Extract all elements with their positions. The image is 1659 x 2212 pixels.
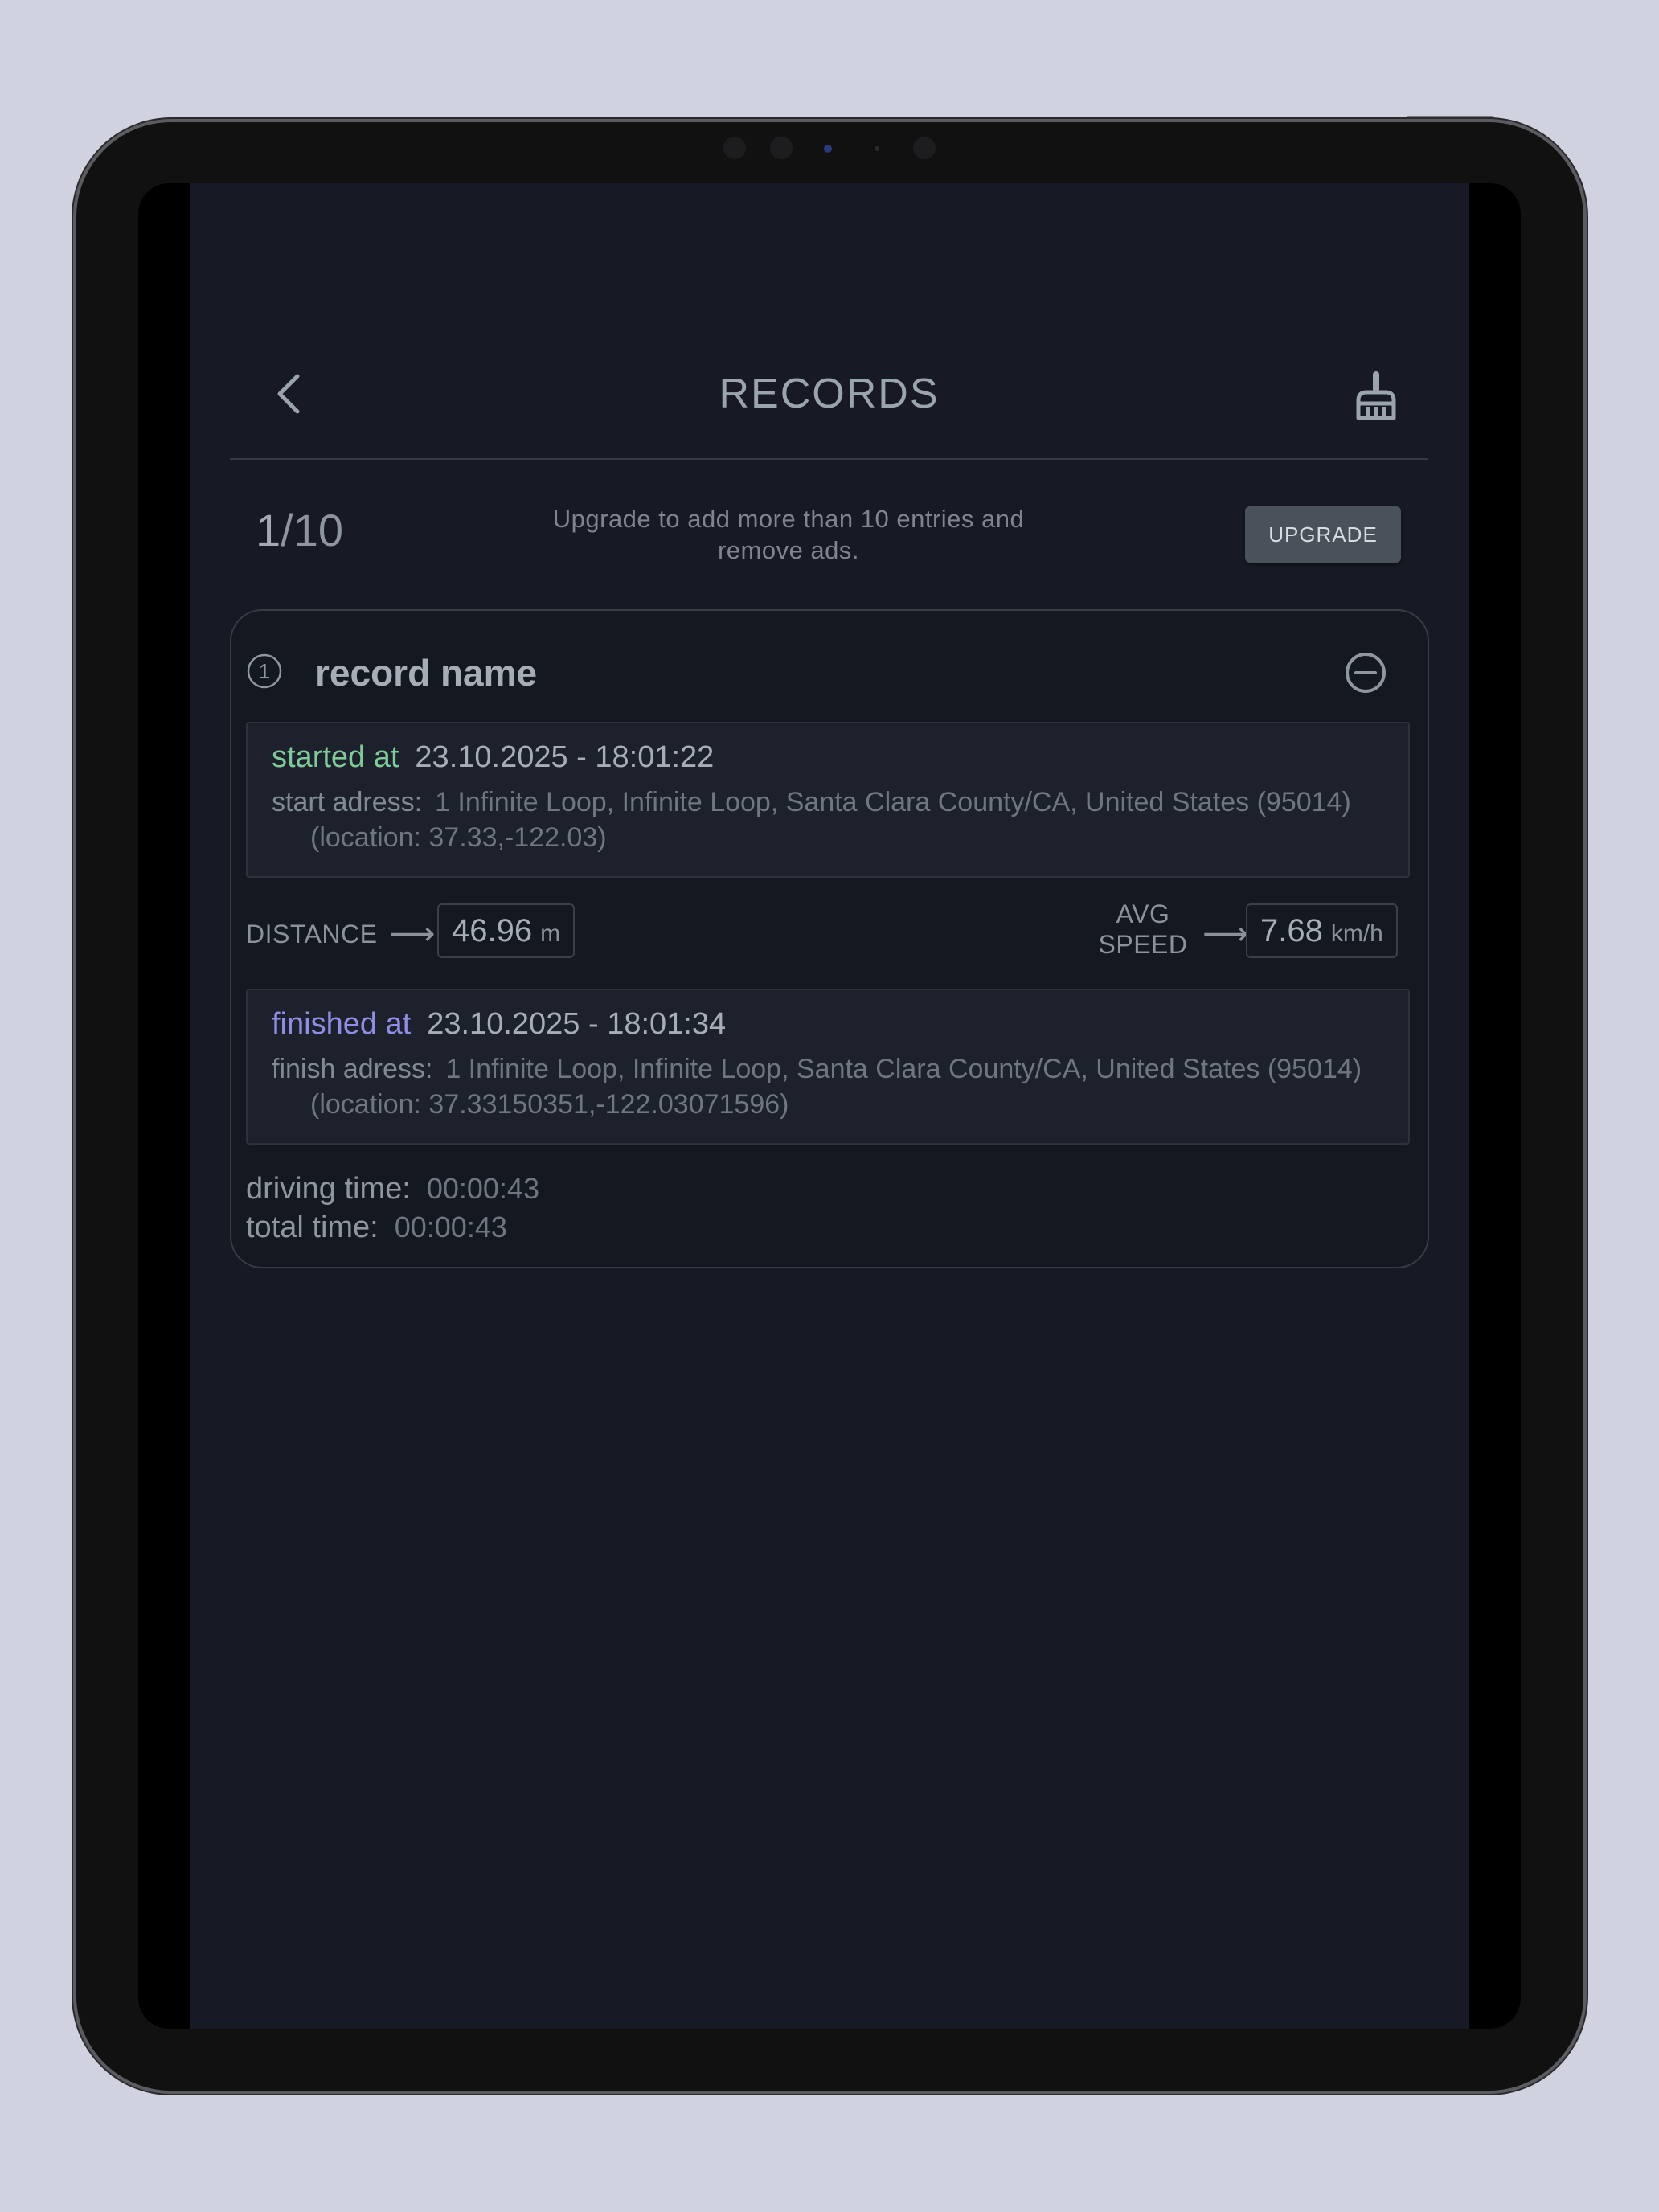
driving-time-label: driving time: xyxy=(246,1172,411,1206)
page-title: RECORDS xyxy=(719,371,940,417)
distance-unit: m xyxy=(540,920,561,947)
finish-address-label: finish adress: xyxy=(272,1054,433,1084)
avg-speed-value: 7.68 xyxy=(1260,913,1323,948)
remove-record-button[interactable] xyxy=(1344,651,1387,694)
upgrade-message: Upgrade to add more than 10 entries and … xyxy=(552,505,1025,564)
distance-label: DISTANCE xyxy=(246,920,378,948)
clear-records-button[interactable] xyxy=(1350,368,1402,423)
start-address: 1 Infinite Loop, Infinite Loop, Santa Cl… xyxy=(435,787,1351,817)
finished-at-label: finished at xyxy=(272,1007,412,1041)
records-screen: RECORDS 1/10 Upgrade to add more than 10… xyxy=(190,183,1469,2029)
upgrade-button[interactable]: UPGRADE xyxy=(1245,506,1401,563)
record-name: record name xyxy=(315,652,538,694)
finish-address: 1 Infinite Loop, Infinite Loop, Santa Cl… xyxy=(445,1054,1362,1084)
distance-value-box: 46.96 m xyxy=(437,903,576,958)
camera-lens xyxy=(824,145,832,153)
start-address-label: start adress: xyxy=(272,787,423,817)
minus-circle-icon xyxy=(1346,653,1386,693)
avg-speed-value-box: 7.68 km/h xyxy=(1246,903,1398,958)
distance-value: 46.96 xyxy=(452,913,533,948)
entry-count-current: 1 xyxy=(256,505,281,555)
start-info-panel: started at 23.10.2025 - 18:01:22 start ad… xyxy=(246,722,1410,878)
started-at-label: started at xyxy=(272,740,399,774)
finish-info-panel: finished at 23.10.2025 - 18:01:34 finish … xyxy=(246,989,1410,1145)
driving-time-row: driving time: 00:00:43 xyxy=(246,1170,539,1207)
start-datetime: 23.10.2025 - 18:01:22 xyxy=(415,740,715,774)
total-time-value: 00:00:43 xyxy=(394,1210,507,1243)
camera-sensor xyxy=(770,137,793,159)
record-index: 1 xyxy=(259,659,270,683)
entry-counter: 1/10 xyxy=(256,505,343,556)
avg-speed-unit: km/h xyxy=(1330,920,1383,947)
ambient-sensor xyxy=(875,146,879,151)
total-time-row: total time: 00:00:43 xyxy=(246,1209,507,1246)
broom-icon xyxy=(1356,371,1396,420)
arrow-right-icon: ⟶ xyxy=(1202,916,1249,952)
camera-sensor xyxy=(723,137,746,159)
circled-number-icon: 1 xyxy=(247,653,282,689)
driving-time-value: 00:00:43 xyxy=(426,1172,539,1205)
total-time-label: total time: xyxy=(246,1210,379,1244)
header-divider xyxy=(230,458,1428,460)
finish-datetime: 23.10.2025 - 18:01:34 xyxy=(427,1007,727,1041)
finish-location: (location: 37.33150351,-122.03071596) xyxy=(310,1089,789,1120)
screen: RECORDS 1/10 Upgrade to add more than 10… xyxy=(138,183,1521,2029)
arrow-right-icon: ⟶ xyxy=(389,916,436,952)
entry-count-separator: / xyxy=(281,505,293,555)
record-card[interactable]: 1 record name started at 23.10.2025 - 18:… xyxy=(230,609,1429,1268)
avg-speed-label: AVG SPEED xyxy=(1098,899,1188,959)
entry-count-max: 10 xyxy=(293,505,344,555)
start-location: (location: 37.33,-122.03) xyxy=(310,822,607,853)
camera-sensor xyxy=(913,137,936,159)
